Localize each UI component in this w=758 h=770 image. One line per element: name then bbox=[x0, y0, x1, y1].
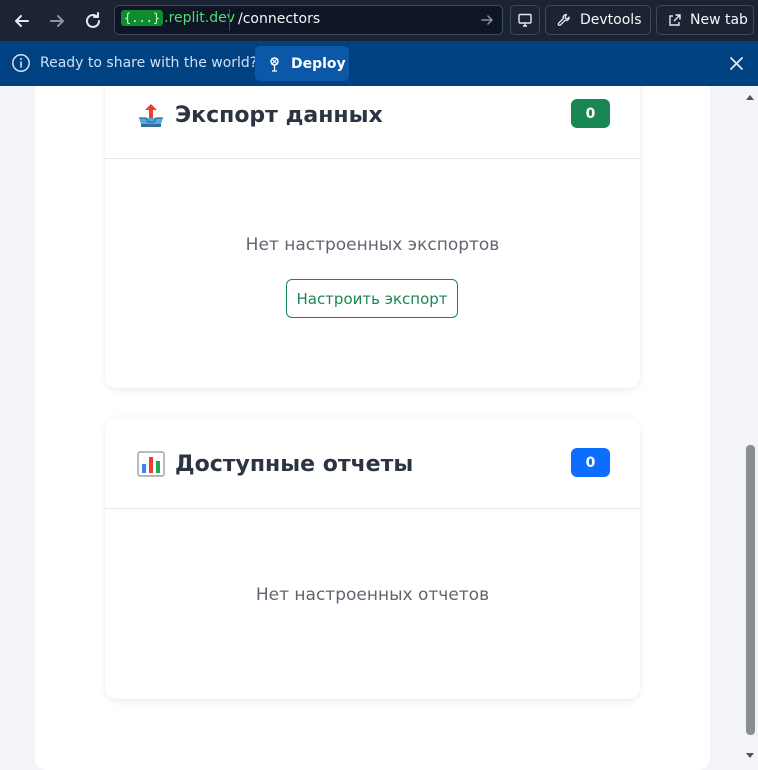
devtools-button[interactable]: Devtools bbox=[545, 5, 651, 35]
content-container: Экспорт данных 0 Нет настроенных экспорт… bbox=[35, 86, 710, 770]
new-tab-label: New tab bbox=[690, 12, 748, 28]
reports-card: Доступные отчеты 0 Нет настроенных отчет… bbox=[105, 417, 640, 699]
page-viewport: Экспорт данных 0 Нет настроенных экспорт… bbox=[0, 86, 758, 770]
reports-card-header: Доступные отчеты 0 bbox=[105, 417, 640, 509]
scroll-down-icon[interactable] bbox=[742, 750, 758, 762]
new-tab-button[interactable]: New tab bbox=[656, 5, 754, 35]
arrow-right-icon bbox=[50, 15, 64, 27]
arrow-left-icon bbox=[15, 15, 29, 27]
reload-button[interactable] bbox=[80, 8, 106, 34]
deploy-label: Deploy bbox=[291, 55, 346, 72]
browser-toolbar: {...} .replit.dev /connectors Devtools N… bbox=[0, 0, 758, 41]
reports-card-title: Доступные отчеты bbox=[136, 450, 413, 478]
url-domain: {...} .replit.dev bbox=[121, 10, 235, 26]
devtools-label: Devtools bbox=[580, 12, 642, 28]
export-title-text: Экспорт данных bbox=[175, 102, 383, 128]
export-empty-text: Нет настроенных экспортов bbox=[245, 235, 500, 255]
url-domain-text: .replit.dev bbox=[164, 10, 236, 26]
deploy-icon bbox=[270, 56, 279, 72]
info-icon bbox=[12, 54, 30, 72]
scroll-up-icon[interactable] bbox=[742, 92, 758, 104]
setup-export-button[interactable]: Настроить экспорт bbox=[286, 279, 458, 318]
page-scrollbar[interactable] bbox=[742, 86, 758, 770]
url-path: /connectors bbox=[238, 11, 321, 27]
bar-chart-icon bbox=[137, 451, 165, 477]
monitor-icon bbox=[518, 13, 532, 27]
address-bar[interactable]: {...} .replit.dev /connectors bbox=[114, 5, 503, 35]
export-card-header: Экспорт данных 0 bbox=[105, 86, 640, 159]
back-button[interactable] bbox=[9, 8, 35, 34]
external-link-icon bbox=[669, 13, 681, 26]
url-divider bbox=[229, 9, 230, 31]
deploy-button[interactable]: Deploy bbox=[255, 46, 349, 81]
reports-count-badge: 0 bbox=[571, 448, 610, 477]
deploy-banner: Ready to share with the world? Deploy bbox=[0, 41, 758, 86]
reports-title-text: Доступные отчеты bbox=[175, 451, 414, 477]
wrench-icon bbox=[557, 13, 570, 26]
scrollbar-thumb[interactable] bbox=[746, 445, 755, 735]
reports-empty-text: Нет настроенных отчетов bbox=[255, 585, 490, 605]
forward-button[interactable] bbox=[44, 8, 70, 34]
go-arrow-icon[interactable] bbox=[480, 13, 494, 27]
url-badge: {...} bbox=[121, 10, 164, 26]
screen-button[interactable] bbox=[510, 5, 540, 35]
reload-icon bbox=[86, 12, 100, 28]
export-card: Экспорт данных 0 Нет настроенных экспорт… bbox=[105, 86, 640, 388]
outbox-tray-icon bbox=[139, 104, 163, 127]
close-banner-icon[interactable] bbox=[728, 55, 745, 72]
export-count-badge: 0 bbox=[571, 99, 610, 128]
export-card-title: Экспорт данных bbox=[136, 101, 383, 129]
banner-text: Ready to share with the world? bbox=[40, 55, 258, 71]
